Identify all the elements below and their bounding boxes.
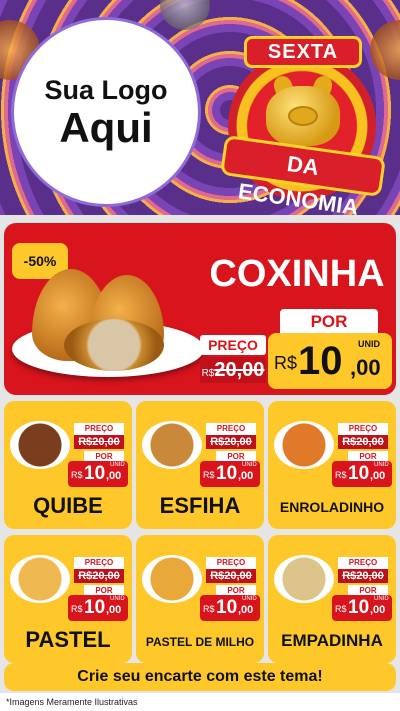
- price-dec: ,00: [370, 604, 386, 616]
- price-int: 10: [348, 463, 370, 484]
- currency: R$: [335, 604, 347, 614]
- product-card[interactable]: PREÇO R$20,00 POR R$ 10 UNID ,00 QUIBE: [4, 401, 132, 529]
- currency: R$: [335, 470, 347, 480]
- price-label: PREÇO: [206, 423, 256, 435]
- unit-label: UNID: [374, 462, 389, 468]
- price-int: 10: [216, 597, 238, 618]
- old-price-value: 20,00: [214, 359, 265, 381]
- product-card[interactable]: PREÇO R$20,00 POR R$ 10 UNID ,00 ESFIHA: [136, 401, 264, 529]
- product-image: [142, 421, 202, 469]
- product-name: QUIBE: [33, 493, 103, 518]
- unit-label: UNID: [242, 462, 257, 468]
- old-price: R$20,00: [74, 435, 124, 449]
- product-name: ENROLADINHO: [279, 499, 385, 515]
- product-card[interactable]: PREÇO R$20,00 POR R$ 10 UNID ,00 EMPADIN…: [268, 535, 396, 663]
- product-card[interactable]: PREÇO R$20,00 POR R$ 10 UNID ,00 PASTEL: [4, 535, 132, 663]
- currency: R$: [71, 604, 83, 614]
- unit-label: UNID: [358, 339, 380, 349]
- featured-product-card[interactable]: -50% COXINHA PREÇO R$20,00 POR R$ 10 UNI…: [4, 223, 396, 395]
- product-grid: PREÇO R$20,00 POR R$ 10 UNID ,00 QUIBE P…: [4, 401, 396, 665]
- currency: R$: [203, 604, 215, 614]
- featured-product-name: COXINHA: [209, 253, 385, 295]
- por-label: POR: [280, 309, 378, 335]
- logo-placeholder[interactable]: Sua Logo Aqui: [14, 20, 198, 204]
- product-image: [274, 555, 334, 603]
- product-name: PASTEL: [25, 627, 111, 652]
- product-name: PASTEL DE MILHO: [145, 635, 255, 649]
- old-price: R$20,00: [74, 569, 124, 583]
- unit-label: UNID: [374, 596, 389, 602]
- price-label: PREÇO: [338, 423, 388, 435]
- price-label: PREÇO: [338, 557, 388, 569]
- product-image: [274, 421, 334, 469]
- decor-blur: [160, 0, 210, 30]
- hero-banner: Sua Logo Aqui SEXTA DA ECONOMIA: [0, 0, 400, 215]
- piggy-snout-icon: [288, 106, 318, 126]
- logo-line2: Aqui: [59, 103, 153, 151]
- price-int: 10: [84, 597, 106, 618]
- new-currency: R$: [274, 353, 298, 373]
- price-dec: ,00: [106, 470, 122, 482]
- sexta-economia-badge: SEXTA DA ECONOMIA: [220, 18, 386, 215]
- badge-top-text: SEXTA: [244, 36, 362, 68]
- disclaimer-text: *Imagens Meramente Ilustrativas: [0, 693, 400, 711]
- price-int: 10: [84, 463, 106, 484]
- new-price: R$ 10 UNID ,00: [332, 461, 392, 487]
- price-int: 10: [348, 597, 370, 618]
- product-image: [142, 555, 202, 603]
- product-card[interactable]: PREÇO R$20,00 POR R$ 10 UNID ,00 PASTEL …: [136, 535, 264, 663]
- new-price: R$ 10 UNID ,00: [268, 333, 392, 389]
- price-int: 10: [216, 463, 238, 484]
- unit-label: UNID: [110, 596, 125, 602]
- price-label: PREÇO: [74, 423, 124, 435]
- old-price: R$20,00: [200, 357, 266, 383]
- product-name: ESFIHA: [159, 493, 241, 518]
- old-price: R$20,00: [206, 569, 256, 583]
- price-dec: ,00: [238, 604, 254, 616]
- unit-label: UNID: [110, 462, 125, 468]
- new-price: R$ 10 UNID ,00: [68, 595, 128, 621]
- product-name: EMPADINHA: [281, 631, 383, 650]
- price-label: PREÇO: [74, 557, 124, 569]
- currency: R$: [71, 470, 83, 480]
- new-price: R$ 10 UNID ,00: [200, 595, 260, 621]
- price-label: PREÇO: [200, 335, 266, 355]
- logo-line1: Sua Logo: [44, 74, 168, 105]
- cta-banner[interactable]: Crie seu encarte com este tema!: [4, 663, 396, 691]
- price-dec: ,00: [238, 470, 254, 482]
- price-dec: ,00: [370, 470, 386, 482]
- coxinha-cut-image: [64, 319, 164, 371]
- currency: R$: [203, 470, 215, 480]
- old-price: R$20,00: [338, 569, 388, 583]
- new-price: R$ 10 UNID ,00: [68, 461, 128, 487]
- old-price: R$20,00: [338, 435, 388, 449]
- flyer-body: -50% COXINHA PREÇO R$20,00 POR R$ 10 UNI…: [0, 215, 400, 711]
- new-price: R$ 10 UNID ,00: [332, 595, 392, 621]
- unit-label: UNID: [242, 596, 257, 602]
- product-image: [10, 555, 70, 603]
- new-price-dec: ,00: [350, 355, 381, 380]
- price-dec: ,00: [106, 604, 122, 616]
- new-price-int: 10: [298, 339, 343, 383]
- product-card[interactable]: PREÇO R$20,00 POR R$ 10 UNID ,00 ENROLAD…: [268, 401, 396, 529]
- new-price: R$ 10 UNID ,00: [200, 461, 260, 487]
- price-label: PREÇO: [206, 557, 256, 569]
- old-currency: R$: [201, 368, 215, 379]
- product-image: [10, 421, 70, 469]
- old-price: R$20,00: [206, 435, 256, 449]
